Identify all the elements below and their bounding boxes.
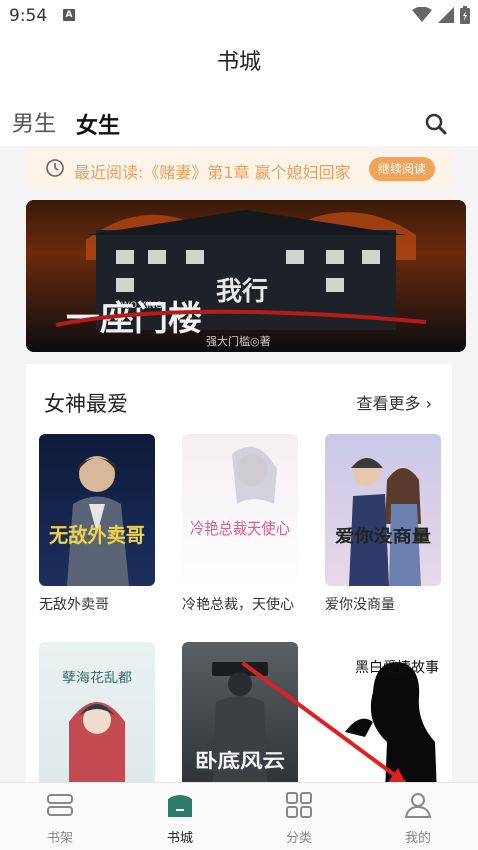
nav-item-category[interactable]: 分类 bbox=[259, 789, 339, 846]
clock-icon bbox=[46, 159, 64, 177]
notification-a-icon: A bbox=[63, 9, 75, 21]
search-icon[interactable] bbox=[424, 112, 448, 136]
tab-female[interactable]: 女生 bbox=[76, 108, 120, 140]
tab-male[interactable]: 男生 bbox=[12, 106, 56, 138]
bookstore-icon bbox=[168, 795, 192, 817]
bottom-nav: 书架 书城 分类 我的 bbox=[0, 782, 478, 850]
nav-label-category: 分类 bbox=[285, 831, 312, 846]
banner-art: 我行 WO XING 一座门楼 强大门槛◎著 bbox=[26, 200, 466, 352]
continue-reading-button[interactable]: 继续阅读 bbox=[369, 157, 435, 181]
status-bar: 9:54 A bbox=[0, 0, 478, 32]
gender-tabs: 男生 女生 bbox=[0, 88, 478, 146]
nav-label-profile: 我的 bbox=[404, 831, 431, 846]
nav-label-bookstore: 书城 bbox=[166, 831, 193, 846]
nav-label-bookshelf: 书架 bbox=[46, 831, 73, 846]
nav-item-bookshelf[interactable]: 书架 bbox=[20, 789, 100, 846]
banner-title-top: 我行 bbox=[216, 276, 268, 307]
nav-item-bookstore[interactable]: 书城 bbox=[140, 789, 220, 846]
nav-item-profile[interactable]: 我的 bbox=[378, 789, 458, 846]
user-icon bbox=[404, 793, 432, 818]
bookshelf-icon bbox=[47, 794, 73, 816]
page-title: 书城 bbox=[216, 50, 261, 75]
app-header: 书城 bbox=[0, 32, 478, 88]
signal-icon bbox=[438, 7, 454, 23]
recent-reading-text: 最近阅读:《赌妻》第1章 赢个媳妇回家 bbox=[74, 163, 351, 182]
annotation-arrow bbox=[242, 662, 406, 784]
status-time: 9:54 bbox=[9, 6, 48, 26]
wifi-icon bbox=[412, 7, 432, 22]
category-grid-icon bbox=[286, 792, 312, 818]
banner-author: 强大门槛◎著 bbox=[206, 334, 271, 348]
recent-reading-bar[interactable]: 最近阅读:《赌妻》第1章 赢个媳妇回家 继续阅读 bbox=[26, 150, 452, 188]
battery-icon bbox=[460, 6, 470, 24]
goddess-favorites-section: 女神最爱 查看更多 › 无敌外卖哥 无敌外卖哥 冷艳总裁天使心 冷艳总裁，天使心 bbox=[26, 364, 452, 794]
promo-banner[interactable]: 我行 WO XING 一座门楼 强大门槛◎著 bbox=[26, 200, 466, 352]
